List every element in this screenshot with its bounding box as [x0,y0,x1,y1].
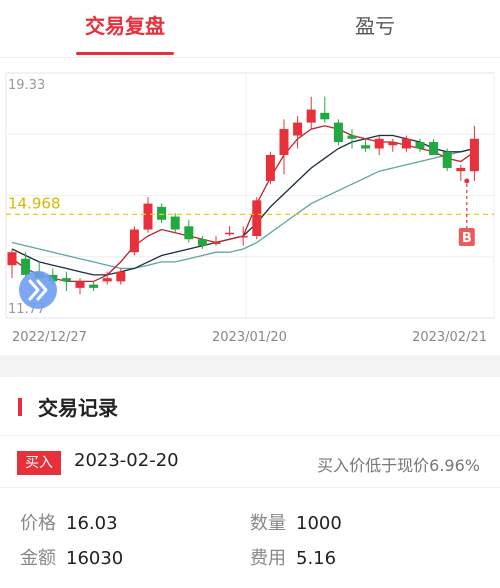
candle [293,116,303,149]
candle [211,236,221,246]
candle-body [170,216,180,230]
x-axis-date-start: 2022/12/27 [12,330,87,345]
candle-body [333,122,343,143]
candle [252,197,262,240]
trade-price-note: 买入价低于现价6.96% [317,456,480,475]
candle-body [442,151,452,168]
candle-body [401,138,411,149]
section-divider [0,355,500,377]
candle [75,278,85,295]
candle-body [265,154,275,181]
buy-marker[interactable]: B [458,178,475,246]
trade-date: 2023-02-20 [74,450,179,471]
ma5-line [11,125,475,283]
candle [170,213,180,233]
candle-body [469,138,479,172]
candle-body [320,112,330,120]
candle-body [252,200,262,237]
candle-body [279,129,289,155]
candle [7,248,17,279]
candle [333,119,343,146]
trade-records-header: 交易记录 [0,378,500,436]
detail-quantity: 数量 1000 [250,509,342,535]
candle-body [157,206,167,220]
candle [89,281,99,292]
quantity-value: 1000 [296,513,342,534]
candle-body [293,122,303,136]
detail-amount: 金额 16030 [20,544,123,570]
kline-chart-svg: 14.968 19.33 11.77 2022/12/27 2023/01/20… [5,72,495,345]
detail-price: 价格 16.03 [20,509,118,535]
trade-record-row[interactable]: 买入 2023-02-20 买入价低于现价6.96% [0,436,500,488]
candle-body [61,278,71,282]
candle-body [374,138,384,149]
reference-price-label: 14.968 [8,194,61,212]
candle-body [415,142,425,149]
candle-body [116,271,126,282]
candle-body [347,135,357,139]
ma10-line [11,134,475,276]
candle-body [211,242,221,244]
candle-body [429,142,439,155]
detail-fee: 费用 5.16 [250,544,336,570]
candle [306,96,316,130]
buy-marker-dot [464,178,470,184]
candle-body [184,226,194,240]
candle-body [388,142,398,146]
candle [347,129,357,149]
kline-chart[interactable]: 14.968 19.33 11.77 2022/12/27 2023/01/20… [0,60,500,355]
candle-body [361,145,371,149]
amount-label: 金额 [20,548,56,569]
section-title: 交易记录 [38,396,118,420]
fee-value: 5.16 [296,548,337,569]
candle-body [102,278,112,282]
price-label: 价格 [20,513,56,534]
candle-body [238,236,248,238]
candle-body [75,281,85,288]
x-axis-date-end: 2023/02/21 [412,330,487,345]
active-tab-indicator [76,52,174,55]
buy-marker-label: B [462,231,472,246]
candle [225,226,235,237]
amount-value: 16030 [66,548,124,569]
candle-body [197,239,207,246]
fee-label: 费用 [250,548,286,569]
candle [388,138,398,152]
candle-body [21,258,31,275]
candle-body [456,167,466,172]
candle [129,226,139,256]
candle [442,148,452,172]
section-accent-bar [18,398,22,416]
price-value: 16.03 [66,513,118,534]
tab-trade-review[interactable]: 交易复盘 [0,0,250,58]
ma20-line [11,147,475,270]
candle [429,138,439,155]
moving-average-lines [11,125,475,283]
trade-type-badge: 买入 [17,451,61,475]
y-axis-max-label: 19.33 [8,78,45,93]
candle-body [225,232,235,235]
candle-body [143,203,153,230]
candle-body [306,109,316,123]
candle [361,138,371,152]
candle [279,119,289,175]
quantity-label: 数量 [250,513,286,534]
tab-profit-loss[interactable]: 盈亏 [250,0,500,58]
expand-chart-button[interactable] [19,271,57,309]
x-axis-date-middle: 2023/01/20 [212,330,287,345]
candle-body [89,284,99,288]
candle [320,96,330,123]
tab-bar: 交易复盘 盈亏 [0,0,500,58]
candle [374,135,384,155]
candle [265,151,275,185]
candle-body [7,252,17,266]
candle [456,164,466,181]
candle [184,219,194,243]
candle [157,203,167,224]
candle-body [129,229,139,253]
